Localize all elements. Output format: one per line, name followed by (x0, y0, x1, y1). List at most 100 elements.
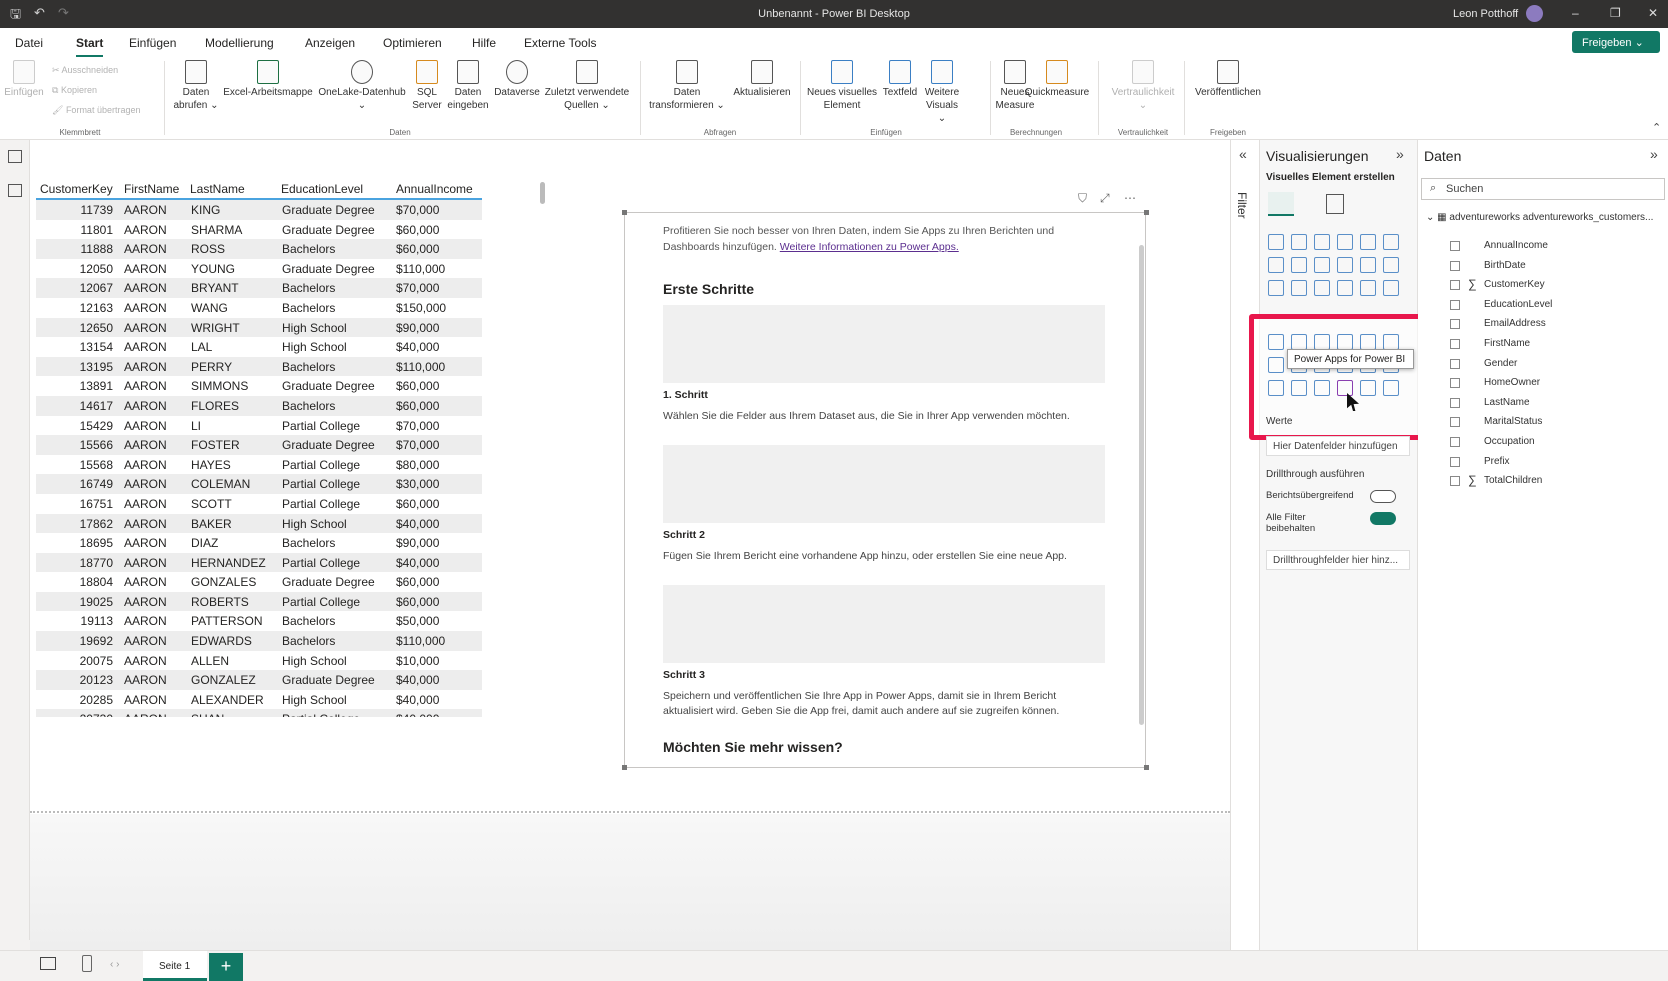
tab-optimieren[interactable]: Optimieren (383, 36, 442, 50)
close-button[interactable]: ✕ (1648, 6, 1658, 20)
report-view-icon[interactable] (8, 150, 22, 163)
field-checkbox[interactable] (1450, 339, 1460, 349)
add-page-button[interactable]: + (209, 953, 243, 981)
collapse-pane-icon[interactable]: » (1396, 146, 1404, 162)
tab-start[interactable]: Start (76, 36, 104, 58)
table-row[interactable]: 12067 AARON BRYANT Bachelors $70,000 (36, 278, 482, 298)
table-row[interactable]: 12650 AARON WRIGHT High School $90,000 (36, 317, 482, 338)
sql-server-button[interactable]: SQL Server (408, 60, 446, 112)
get-data-button[interactable]: Daten abrufen ⌄ (170, 60, 222, 112)
learn-more-link[interactable]: Weitere Informationen zu Power Apps. (780, 241, 959, 253)
visual-type-icon[interactable] (1268, 334, 1284, 350)
filter-pane-label[interactable]: Filter (1235, 192, 1249, 219)
paste-button[interactable]: Einfügen (4, 60, 44, 99)
table-row[interactable]: 20285 AARON ALEXANDER High School $40,000 (36, 690, 482, 710)
table-row[interactable]: 19692 AARON EDWARDS Bachelors $110,000 (36, 631, 482, 651)
enter-data-button[interactable]: Daten eingeben (446, 60, 490, 112)
table-row[interactable]: 16749 AARON COLEMAN Partial College $30,000 (36, 474, 482, 494)
field-checkbox[interactable] (1450, 456, 1460, 467)
sensitivity-button[interactable]: Vertraulichkeit ⌄ (1104, 60, 1182, 112)
tab-hilfe[interactable]: Hilfe (472, 36, 496, 50)
visual-type-icon[interactable] (1383, 257, 1399, 273)
page-nav-icon[interactable]: ‹ › (110, 959, 119, 970)
table-view-icon[interactable] (8, 184, 22, 197)
tab-datei[interactable]: Datei (15, 36, 43, 50)
table-scrollbar[interactable] (540, 182, 545, 204)
visual-type-icon[interactable] (1314, 380, 1330, 396)
table-row[interactable]: 11739 AARON KING Graduate Degree $70,000 (36, 200, 482, 220)
format-painter-button[interactable]: 🖌 Format übertragen (52, 105, 140, 116)
minimize-button[interactable]: – (1572, 6, 1579, 20)
textbox-button[interactable]: Textfeld (880, 60, 920, 99)
visual-type-icon[interactable] (1268, 234, 1284, 250)
table-row[interactable]: 13195 AARON PERRY Bachelors $110,000 (36, 356, 482, 377)
field-checkbox[interactable] (1450, 280, 1460, 291)
visual-type-icon[interactable] (1360, 280, 1376, 296)
visual-type-icon[interactable] (1383, 334, 1399, 350)
table-row[interactable]: 17862 AARON BAKER High School $40,000 (36, 513, 482, 534)
table-row[interactable]: 18770 AARON HERNANDEZ Partial College $40,00… (36, 552, 482, 573)
refresh-button[interactable]: Aktualisieren (728, 60, 796, 99)
share-button[interactable]: Freigeben ⌄ (1572, 31, 1660, 53)
column-header[interactable]: CustomerKey (40, 182, 117, 196)
restore-button[interactable]: ❐ (1610, 6, 1621, 20)
resize-handle[interactable] (622, 210, 627, 215)
visual-type-icon[interactable] (1360, 234, 1376, 250)
field-checkbox[interactable] (1450, 437, 1460, 447)
drillthrough-well[interactable]: Drillthroughfelder hier hinz... (1266, 550, 1410, 570)
powerapps-icon[interactable] (1337, 380, 1353, 396)
visual-type-icon[interactable] (1383, 380, 1399, 396)
column-header[interactable]: EducationLevel (281, 182, 363, 196)
table-row[interactable]: 15568 AARON HAYES Partial College $80,000 (36, 455, 482, 475)
cut-button[interactable]: ✂ Ausschneiden (52, 65, 118, 76)
visual-type-icon[interactable] (1291, 380, 1307, 396)
cross-report-toggle[interactable] (1370, 490, 1396, 503)
table-row[interactable]: 19025 AARON ROBERTS Partial College $60,000 (36, 591, 482, 612)
tab-einfuegen[interactable]: Einfügen (129, 36, 176, 50)
table-row[interactable]: 12050 AARON YOUNG Graduate Degree $110,000 (36, 259, 482, 279)
resize-handle[interactable] (1144, 765, 1149, 770)
table-row[interactable]: 20075 AARON ALLEN High School $10,000 (36, 651, 482, 671)
visual-type-icon[interactable] (1268, 257, 1284, 273)
visual-type-icon[interactable] (1337, 334, 1353, 350)
column-header[interactable]: AnnualIncome (396, 182, 473, 196)
visual-type-icon[interactable] (1337, 257, 1353, 273)
focus-mode-icon[interactable]: ⤢ (1100, 191, 1110, 206)
table-row[interactable]: 13154 AARON LAL High School $40,000 (36, 337, 482, 357)
table-row[interactable]: 14617 AARON FLORES Bachelors $60,000 (36, 395, 482, 416)
visual-scrollbar[interactable] (1139, 245, 1144, 725)
field-checkbox[interactable] (1450, 378, 1460, 389)
table-row[interactable]: 11801 AARON SHARMA Graduate Degree $60,000 (36, 220, 482, 240)
field-checkbox[interactable] (1450, 260, 1460, 271)
collapse-ribbon-icon[interactable]: ⌃ (1652, 121, 1661, 134)
visual-type-icon[interactable] (1314, 257, 1330, 273)
collapse-data-pane-icon[interactable]: » (1650, 146, 1658, 162)
visual-type-icon[interactable] (1268, 380, 1284, 396)
quick-measure-button[interactable]: Quickmeasure (1024, 60, 1090, 99)
visual-type-icon[interactable] (1360, 334, 1376, 350)
visual-type-icon[interactable] (1337, 234, 1353, 250)
table-row[interactable]: 16751 AARON SCOTT Partial College $60,000 (36, 494, 482, 514)
format-visual-tab[interactable] (1326, 194, 1344, 214)
field-checkbox[interactable] (1450, 358, 1460, 369)
visual-type-icon[interactable] (1314, 234, 1330, 250)
expand-filters-icon[interactable]: « (1239, 146, 1247, 162)
tab-externe-tools[interactable]: Externe Tools (524, 36, 597, 50)
publish-button[interactable]: Veröffentlichen (1188, 60, 1268, 99)
dataverse-button[interactable]: Dataverse (492, 60, 542, 99)
table-node[interactable]: ⌄ ▦ adventureworks adventureworks_custom… (1426, 212, 1653, 223)
table-row[interactable]: 18695 AARON DIAZ Bachelors $90,000 (36, 533, 482, 553)
transform-data-button[interactable]: Daten transformieren ⌄ (646, 60, 728, 112)
field-checkbox[interactable] (1450, 476, 1460, 487)
recent-sources-button[interactable]: Zuletzt verwendete Quellen ⌄ (542, 60, 632, 112)
table-row[interactable]: 15566 AARON FOSTER Graduate Degree $70,000 (36, 435, 482, 455)
visual-type-icon[interactable] (1291, 280, 1307, 296)
visual-type-icon[interactable] (1314, 334, 1330, 350)
visual-type-icon[interactable] (1383, 234, 1399, 250)
keep-filters-toggle[interactable] (1370, 512, 1396, 525)
field-checkbox[interactable] (1450, 397, 1460, 408)
more-visuals-button[interactable]: Weitere Visuals ⌄ (922, 60, 962, 125)
excel-button[interactable]: Excel-Arbeitsmappe (222, 60, 314, 99)
column-header[interactable]: LastName (190, 182, 245, 196)
field-checkbox[interactable] (1450, 417, 1460, 428)
